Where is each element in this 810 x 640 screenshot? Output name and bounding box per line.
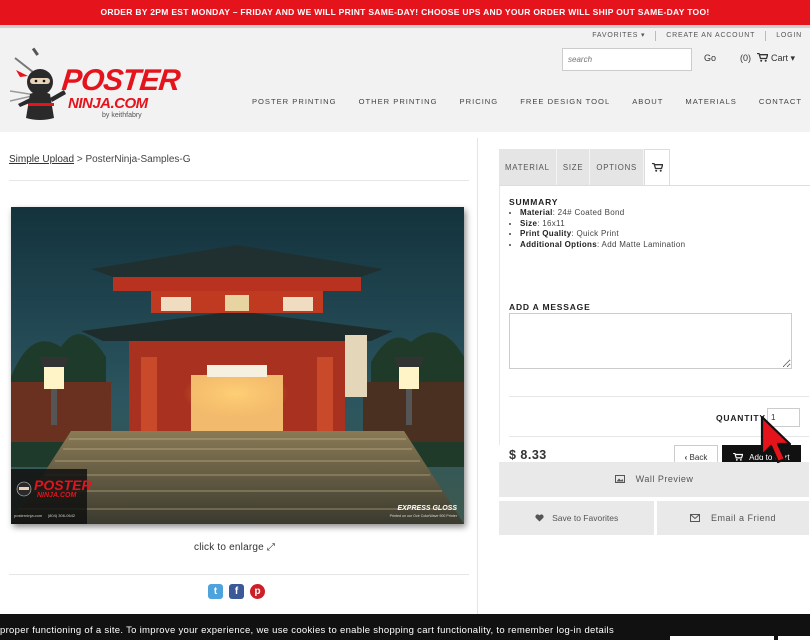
site-header: FAVORITES ▾ CREATE AN ACCOUNT LOGIN Go (… <box>0 28 810 132</box>
create-account-link[interactable]: CREATE AN ACCOUNT <box>656 31 767 41</box>
photo-logo-ninja: NINJA.COM <box>37 492 77 499</box>
logo-byline: by keithfabry <box>102 112 142 119</box>
banner-text-3: AND WE WILL PRINT SAME-DAY! CHOOSE UPS A… <box>272 7 710 17</box>
summary-item-size: Size: 16x11 <box>520 219 685 230</box>
top-links: FAVORITES ▾ CREATE AN ACCOUNT LOGIN <box>582 31 802 41</box>
photo-logo-poster: POSTER <box>34 477 92 493</box>
search-go-button[interactable]: Go <box>704 53 716 63</box>
cart-button[interactable]: (0) Cart ▾ <box>740 52 796 64</box>
breadcrumb-simple-upload[interactable]: Simple Upload <box>9 154 74 165</box>
nav-other-printing[interactable]: OTHER PRINTING <box>359 97 438 106</box>
nav-pricing[interactable]: PRICING <box>460 97 499 106</box>
social-share: t f p <box>208 584 265 599</box>
message-heading: ADD A MESSAGE <box>509 302 591 312</box>
summary-item-material: Material: 24# Coated Bond <box>520 208 685 219</box>
tab-material[interactable]: MATERIAL <box>499 149 557 186</box>
heart-icon <box>535 514 544 522</box>
cart-label: Cart ▾ <box>771 53 796 63</box>
promo-banner: ORDER BY 2PM EST MONDAY – FRIDAY AND WE … <box>0 0 810 25</box>
twitter-icon[interactable]: t <box>208 584 223 599</box>
preview-column: Simple Upload > PosterNinja-Samples-G PO… <box>0 138 478 618</box>
login-link[interactable]: LOGIN <box>766 31 802 41</box>
tab-cart[interactable] <box>644 149 671 186</box>
image-icon <box>614 475 625 483</box>
nav-materials[interactable]: MATERIALS <box>685 97 736 106</box>
tab-size[interactable]: SIZE <box>556 149 591 186</box>
cart-icon <box>756 52 769 62</box>
summary-panel: SUMMARY Material: 24# Coated Bond Size: … <box>499 185 810 482</box>
breadcrumb-current: PosterNinja-Samples-G <box>85 154 191 165</box>
mouse-cursor-icon <box>760 415 792 464</box>
logo-text-poster: POSTER <box>60 64 182 97</box>
logo-text-ninja: NINJA.COM <box>68 95 148 112</box>
chevron-left-icon: ‹ <box>684 453 688 462</box>
nav-about[interactable]: ABOUT <box>632 97 663 106</box>
cart-icon <box>651 162 664 172</box>
price-total: $ 8.33 <box>509 448 547 462</box>
envelope-icon <box>689 514 700 522</box>
site-logo[interactable]: POSTER NINJA.COM by keithfabry <box>10 46 181 126</box>
option-tabs: MATERIAL SIZE OPTIONS <box>499 149 671 186</box>
cookie-notice: proper functioning of a site. To improve… <box>0 614 810 640</box>
main-nav: POSTER PRINTING OTHER PRINTING PRICING F… <box>252 97 802 106</box>
cookie-text: proper functioning of a site. To improve… <box>0 625 615 636</box>
tab-options[interactable]: OPTIONS <box>590 149 645 186</box>
banner-text-highlight: 2PM EST MONDAY – FRIDAY <box>150 7 273 17</box>
cookie-accept-button[interactable] <box>670 636 774 640</box>
breadcrumb: Simple Upload > PosterNinja-Samples-G <box>9 154 191 165</box>
cookie-more-button[interactable] <box>778 636 810 640</box>
nav-free-design-tool[interactable]: FREE DESIGN TOOL <box>520 97 610 106</box>
email-friend-label: Email a Friend <box>710 513 777 523</box>
banner-text-1: ORDER BY <box>100 7 151 17</box>
email-friend-button[interactable]: Email a Friend <box>657 501 809 535</box>
summary-list: Material: 24# Coated Bond Size: 16x11 Pr… <box>520 208 685 250</box>
favorites-link[interactable]: FAVORITES ▾ <box>582 31 657 41</box>
breadcrumb-divider <box>9 180 469 181</box>
photo-finish: EXPRESS GLOSS <box>397 505 457 512</box>
click-to-enlarge-link[interactable]: click to enlarge ⤢ <box>194 542 275 553</box>
summary-item-additional-options: Additional Options: Add Matte Lamination <box>520 240 685 251</box>
save-to-favorites-button[interactable]: Save to Favorites <box>499 501 654 535</box>
back-label: Back <box>689 453 708 462</box>
save-favorites-label: Save to Favorites <box>552 513 619 523</box>
photo-finish-sub: Printed on our Océ ColorWave 900 Printer <box>389 514 457 518</box>
poster-preview-image[interactable]: POSTER NINJA.COM posterninja.com (804) 3… <box>11 207 464 524</box>
message-divider <box>509 396 809 397</box>
pinterest-icon[interactable]: p <box>250 584 265 599</box>
photo-contact: posterninja.com (804) 306-0642 <box>14 513 76 518</box>
breadcrumb-separator: > <box>74 154 86 165</box>
summary-heading: SUMMARY <box>509 197 559 207</box>
cart-count: (0) <box>740 53 751 63</box>
search-input[interactable] <box>562 48 692 71</box>
wall-preview-label: Wall Preview <box>635 474 694 484</box>
cart-icon <box>733 452 744 461</box>
wall-preview-button[interactable]: Wall Preview <box>499 462 809 497</box>
social-divider <box>9 574 469 575</box>
message-textarea[interactable] <box>509 313 792 369</box>
nav-poster-printing[interactable]: POSTER PRINTING <box>252 97 337 106</box>
summary-item-print-quality: Print Quality: Quick Print <box>520 229 685 240</box>
nav-contact[interactable]: CONTACT <box>759 97 802 106</box>
facebook-icon[interactable]: f <box>229 584 244 599</box>
